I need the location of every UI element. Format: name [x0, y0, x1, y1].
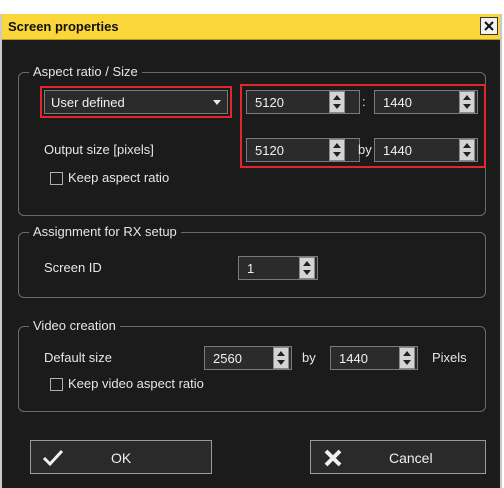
close-icon: [324, 449, 342, 467]
video-height-value: 1440: [339, 351, 368, 366]
close-icon: [484, 21, 494, 31]
aspect-ratio-legend: Aspect ratio / Size: [29, 64, 142, 79]
dialog-title: Screen properties: [8, 19, 119, 34]
cancel-label: Cancel: [389, 450, 433, 466]
keep-video-aspect-label: Keep video aspect ratio: [68, 376, 204, 391]
video-width-spin-buttons[interactable]: [273, 347, 289, 369]
screen-id-label: Screen ID: [44, 260, 102, 275]
size-highlight: [240, 84, 486, 168]
checkmark-icon: [42, 449, 64, 467]
video-height-spinner[interactable]: 1440: [330, 346, 418, 370]
ok-button[interactable]: OK: [30, 440, 212, 474]
rx-setup-legend: Assignment for RX setup: [29, 224, 181, 239]
cancel-button[interactable]: Cancel: [310, 440, 486, 474]
video-creation-legend: Video creation: [29, 318, 120, 333]
screen-id-value: 1: [247, 261, 255, 276]
video-width-spinner[interactable]: 2560: [204, 346, 292, 370]
screen-id-spinner[interactable]: 1: [238, 256, 318, 280]
ok-label: OK: [111, 450, 132, 466]
pixels-label: Pixels: [432, 350, 467, 365]
keep-video-aspect-checkbox[interactable]: [50, 378, 63, 391]
video-width-value: 2560: [213, 351, 242, 366]
video-by-label: by: [302, 350, 316, 365]
default-size-label: Default size: [44, 350, 112, 365]
keep-aspect-label: Keep aspect ratio: [68, 170, 170, 185]
output-size-label: Output size [pixels]: [44, 142, 154, 157]
keep-aspect-checkbox[interactable]: [50, 172, 63, 185]
screen-id-spin-buttons[interactable]: [299, 257, 315, 279]
video-height-spin-buttons[interactable]: [399, 347, 415, 369]
close-button[interactable]: [480, 17, 498, 35]
screen-properties-dialog: Screen properties Aspect ratio / Size Us…: [0, 14, 502, 488]
title-bar[interactable]: Screen properties: [2, 14, 500, 40]
preset-highlight: [40, 86, 232, 118]
